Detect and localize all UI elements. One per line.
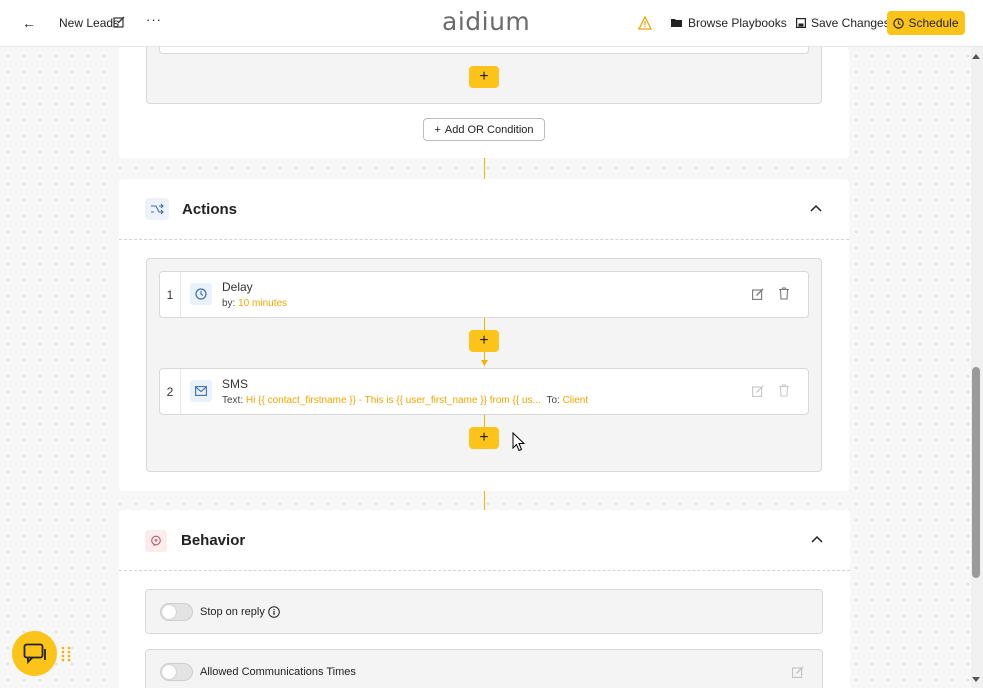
trash-icon[interactable]: [779, 287, 789, 300]
save-changes-label: Save Changes: [811, 16, 890, 30]
save-icon: [796, 18, 806, 28]
detail-prefix: Text:: [222, 395, 244, 406]
scroll-down-arrow-icon[interactable]: [971, 676, 981, 684]
allowed-communications-times-toggle[interactable]: [160, 663, 193, 681]
arrow-down-icon: [481, 360, 488, 366]
chat-button[interactable]: [12, 631, 57, 676]
detail-value: Hi {{ contact_firstname }} - This is {{ …: [245, 395, 541, 406]
flow-connector: [484, 491, 485, 510]
action-item-sms[interactable]: 2 SMS Text: Hi {{ contact_firstname }} -…: [159, 368, 809, 415]
envelope-icon: [195, 386, 207, 396]
stop-on-reply-label: Stop on reply: [200, 606, 265, 618]
add-or-condition-button[interactable]: + Add OR Condition: [423, 118, 545, 141]
edit-icon[interactable]: [752, 385, 764, 397]
browse-playbooks-link[interactable]: Browse Playbooks: [671, 16, 787, 30]
edit-icon[interactable]: [752, 288, 764, 300]
top-bar: ← New Leads ··· aidium Browse Playbooks …: [0, 0, 983, 47]
add-or-condition-label: Add OR Condition: [444, 123, 534, 136]
chat-icon: [23, 643, 46, 664]
brain-icon: [151, 535, 161, 546]
action-name: Delay: [222, 280, 253, 294]
plus-icon: +: [434, 123, 441, 136]
drag-handle-icon[interactable]: [61, 646, 71, 662]
action-index: 1: [160, 272, 181, 317]
divider: [119, 239, 849, 240]
more-options-icon[interactable]: ···: [146, 12, 162, 27]
flow-connector: [484, 415, 485, 427]
detail-value: 10 minutes: [238, 298, 288, 309]
mouse-cursor-icon: [512, 432, 525, 452]
insert-action-button[interactable]: +: [469, 330, 499, 352]
chevron-up-icon[interactable]: [810, 204, 822, 212]
info-icon[interactable]: [268, 606, 280, 618]
chevron-up-icon[interactable]: [811, 535, 823, 543]
to-value: Client: [562, 395, 589, 406]
scrollbar-thumb[interactable]: [972, 367, 980, 578]
shuffle-icon: [151, 203, 164, 215]
warning-icon[interactable]: [638, 16, 652, 30]
condition-row: [159, 46, 809, 54]
action-detail: Text: Hi {{ contact_firstname }} - This …: [222, 395, 588, 406]
trash-icon[interactable]: [779, 384, 789, 397]
back-arrow-icon[interactable]: ←: [22, 15, 36, 31]
browse-playbooks-label: Browse Playbooks: [688, 16, 787, 30]
behavior-section-icon: [145, 530, 167, 552]
edit-title-icon[interactable]: [113, 15, 125, 29]
action-name: SMS: [222, 377, 249, 391]
action-icon-box: [190, 283, 212, 305]
allowed-communications-times-label: Allowed Communications Times: [200, 666, 356, 678]
stop-on-reply-toggle[interactable]: [160, 603, 193, 621]
folder-icon: [671, 19, 682, 27]
flow-connector: [484, 158, 485, 179]
edit-icon[interactable]: [792, 666, 804, 678]
stop-on-reply-setting: Stop on reply: [145, 589, 823, 634]
action-detail: by: 10 minutes: [222, 298, 287, 309]
behavior-title: Behavior: [181, 532, 246, 549]
detail-prefix: by:: [222, 298, 236, 309]
aidium-logo: aidium: [442, 7, 531, 36]
to-prefix: To:: [546, 395, 560, 406]
add-action-button[interactable]: +: [469, 427, 499, 449]
actions-title: Actions: [182, 201, 238, 218]
allowed-communications-times-setting: Allowed Communications Times: [145, 649, 823, 688]
add-and-condition-button[interactable]: +: [469, 66, 499, 88]
action-index: 2: [160, 369, 181, 414]
clock-icon: [195, 288, 207, 300]
action-item-delay[interactable]: 1 Delay by: 10 minutes: [159, 271, 809, 318]
schedule-button[interactable]: Schedule: [887, 11, 965, 35]
clock-icon: [893, 17, 905, 29]
divider: [119, 570, 850, 571]
schedule-label: Schedule: [908, 16, 959, 30]
action-icon-box: [190, 380, 212, 402]
playbook-title: New Leads: [59, 16, 120, 30]
scroll-up-arrow-icon[interactable]: [971, 52, 981, 60]
actions-section-icon: [145, 198, 169, 220]
save-changes-button[interactable]: Save Changes: [796, 16, 890, 30]
